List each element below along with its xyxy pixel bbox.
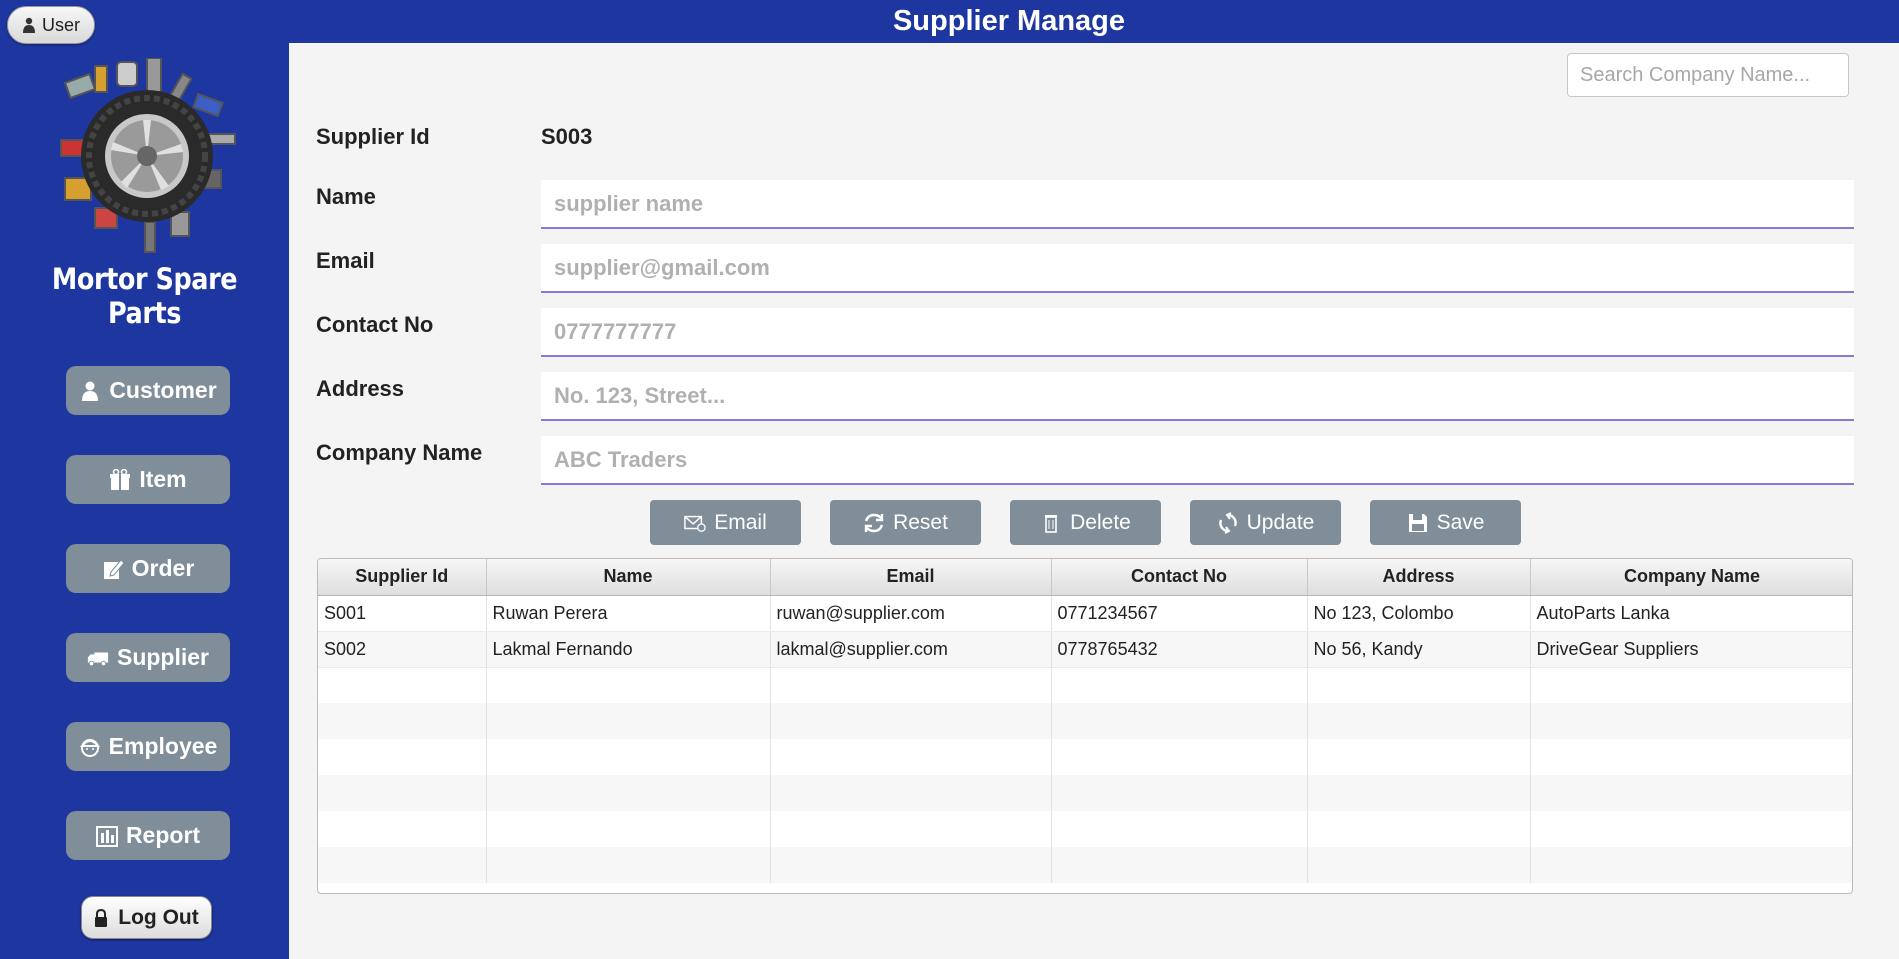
email-field[interactable]	[541, 244, 1854, 293]
sidebar: User Mortor Spare Parts Customer Item Or…	[0, 0, 289, 959]
update-button-label: Update	[1246, 510, 1315, 534]
table-cell: ruwan@supplier.com	[770, 595, 1052, 632]
sidebar-item-customer[interactable]: Customer	[66, 366, 230, 415]
lock-icon	[95, 908, 108, 927]
sidebar-item-label: Item	[139, 466, 187, 492]
table-row[interactable]: S002 Lakmal Fernando lakmal@supplier.com…	[318, 631, 1852, 668]
reset-button[interactable]: Reset	[830, 500, 981, 545]
column-header-company-name[interactable]: Company Name	[1530, 559, 1852, 596]
contact-no-label: Contact No	[316, 312, 434, 337]
sidebar-item-label: Employee	[108, 733, 218, 759]
address-field[interactable]	[541, 372, 1854, 421]
contact-no-field[interactable]	[541, 308, 1854, 357]
truck-icon	[87, 652, 109, 666]
table-cell: 0771234567	[1051, 595, 1308, 632]
delete-button[interactable]: Delete	[1010, 500, 1161, 545]
edit-icon	[103, 558, 124, 579]
sidebar-item-item[interactable]: Item	[66, 455, 230, 504]
company-name-field[interactable]	[541, 436, 1854, 485]
trash-icon	[1045, 514, 1058, 533]
reset-button-label: Reset	[893, 510, 948, 534]
logout-button-label: Log Out	[118, 905, 199, 929]
empty-table-row	[318, 775, 1852, 811]
search-input[interactable]	[1567, 53, 1849, 97]
brand-name: Mortor Spare Parts	[51, 262, 238, 330]
worker-icon	[79, 738, 100, 757]
supplier-id-value: S003	[541, 124, 593, 149]
page-title: Supplier Manage	[892, 5, 1126, 37]
floppy-disk-icon	[1408, 513, 1427, 532]
address-label: Address	[316, 376, 405, 401]
report-icon	[95, 825, 118, 847]
person-icon	[22, 17, 35, 33]
sidebar-item-report[interactable]: Report	[66, 811, 230, 860]
sidebar-item-label: Supplier	[116, 644, 209, 670]
empty-table-row	[318, 847, 1852, 883]
column-header-supplier-id[interactable]: Supplier Id	[318, 559, 487, 596]
table-cell: No 123, Colombo	[1307, 595, 1531, 632]
table-cell: lakmal@supplier.com	[770, 631, 1052, 668]
empty-table-row	[318, 667, 1852, 703]
sidebar-item-label: Report	[125, 822, 201, 848]
user-button[interactable]: User	[7, 6, 95, 44]
email-label: Email	[316, 248, 375, 273]
column-header-contact-no[interactable]: Contact No	[1051, 559, 1308, 596]
save-button-label: Save	[1436, 510, 1485, 534]
email-button-label: Email	[714, 510, 767, 534]
sync-icon	[1218, 511, 1237, 534]
logout-button[interactable]: Log Out	[81, 896, 212, 939]
person-icon	[82, 381, 99, 401]
table-cell: S001	[318, 595, 487, 632]
car-parts-logo	[60, 58, 236, 253]
mail-icon	[684, 515, 706, 532]
table-cell: No 56, Kandy	[1307, 631, 1531, 668]
table-cell: Lakmal Fernando	[486, 631, 771, 668]
table-cell: AutoParts Lanka	[1530, 595, 1852, 632]
sidebar-item-order[interactable]: Order	[66, 544, 230, 593]
table-cell: Ruwan Perera	[486, 595, 771, 632]
empty-table-row	[318, 703, 1852, 739]
supplier-table[interactable]: Supplier Id Name Email Contact No Addres…	[317, 558, 1853, 894]
table-row[interactable]: S001 Ruwan Perera ruwan@supplier.com 077…	[318, 595, 1852, 632]
table-cell: 0778765432	[1051, 631, 1308, 668]
refresh-icon	[864, 513, 884, 532]
sidebar-item-employee[interactable]: Employee	[66, 722, 230, 771]
table-header-row: Supplier Id Name Email Contact No Addres…	[318, 559, 1852, 596]
company-name-label: Company Name	[316, 440, 483, 465]
column-header-email[interactable]: Email	[770, 559, 1052, 596]
table-cell: S002	[318, 631, 487, 668]
empty-table-row	[318, 811, 1852, 847]
supplier-id-label: Supplier Id	[316, 124, 430, 149]
column-header-address[interactable]: Address	[1307, 559, 1531, 596]
name-field[interactable]	[541, 180, 1854, 229]
table-cell: DriveGear Suppliers	[1530, 631, 1852, 668]
save-button[interactable]: Save	[1370, 500, 1521, 545]
sidebar-item-supplier[interactable]: Supplier	[66, 633, 230, 682]
empty-table-row	[318, 739, 1852, 775]
sidebar-item-label: Order	[131, 555, 195, 581]
sidebar-item-label: Customer	[109, 377, 217, 403]
update-button[interactable]: Update	[1190, 500, 1341, 545]
name-label: Name	[316, 184, 376, 209]
delete-button-label: Delete	[1070, 510, 1131, 534]
user-button-label: User	[41, 14, 80, 35]
gift-icon	[110, 468, 131, 490]
column-header-name[interactable]: Name	[486, 559, 771, 596]
email-button[interactable]: Email	[650, 500, 801, 545]
